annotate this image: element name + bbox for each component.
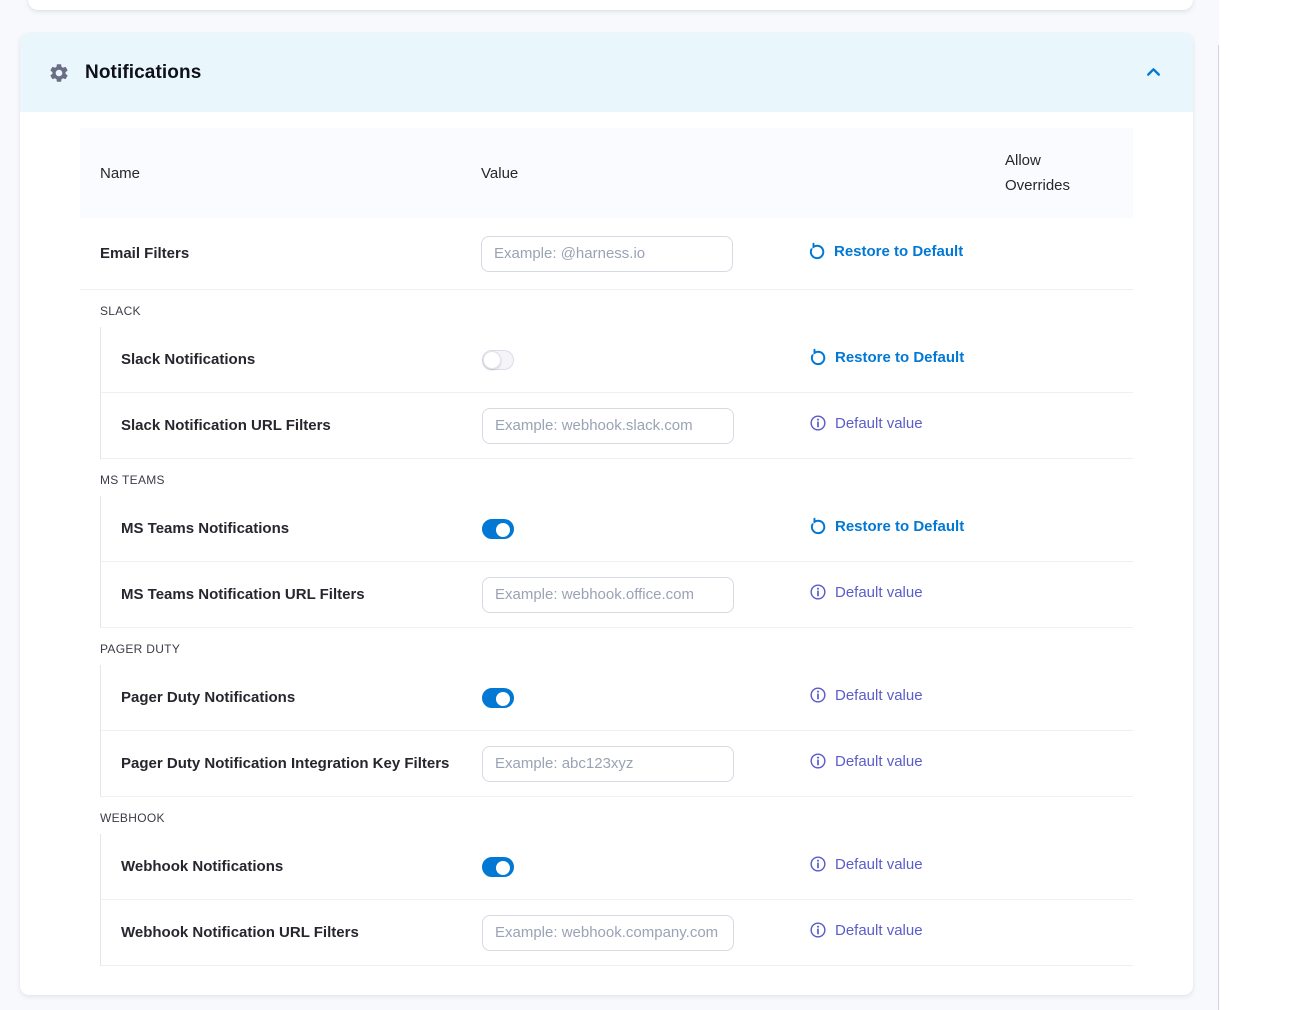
chevron-up-icon bbox=[1145, 64, 1162, 81]
pager-duty-key-filters-input[interactable] bbox=[482, 746, 734, 782]
setting-label: Webhook Notification URL Filters bbox=[101, 924, 482, 941]
table-row: Email Filters Restore to Default bbox=[80, 218, 1133, 290]
default-value-link[interactable]: Default value bbox=[809, 752, 923, 770]
email-filters-input[interactable] bbox=[481, 236, 733, 272]
table-row: MS Teams Notifications Restore to Defaul… bbox=[101, 496, 1133, 562]
table-row: Webhook Notifications Default value bbox=[101, 834, 1133, 900]
scrollbar[interactable] bbox=[1218, 45, 1219, 1010]
toggle-knob bbox=[496, 861, 510, 875]
section-label-pager-duty: PAGER DUTY bbox=[80, 628, 1133, 665]
toggle-knob bbox=[483, 351, 501, 369]
restore-icon bbox=[809, 517, 827, 535]
info-icon bbox=[809, 752, 827, 770]
gear-icon bbox=[48, 62, 70, 84]
webhook-settings-group: Webhook Notifications Default value Webh… bbox=[100, 834, 1133, 966]
table-row: MS Teams Notification URL Filters Defaul… bbox=[101, 562, 1133, 628]
setting-label: Pager Duty Notification Integration Key … bbox=[101, 755, 482, 772]
toggle-knob bbox=[496, 692, 510, 706]
section-label-webhook: WEBHOOK bbox=[80, 797, 1133, 834]
column-header-value: Value bbox=[481, 165, 808, 182]
webhook-notifications-toggle[interactable] bbox=[482, 857, 514, 877]
setting-label: MS Teams Notification URL Filters bbox=[101, 586, 482, 603]
table-header-row: Name Value Allow Overrides bbox=[80, 128, 1133, 218]
default-value-link[interactable]: Default value bbox=[809, 855, 923, 873]
info-icon bbox=[809, 686, 827, 704]
section-label-ms-teams: MS TEAMS bbox=[80, 459, 1133, 496]
toggle-knob bbox=[496, 523, 510, 537]
slack-settings-group: Slack Notifications Restore to Default S… bbox=[100, 327, 1133, 459]
table-row: Pager Duty Notifications Default value bbox=[101, 665, 1133, 731]
notifications-settings-card: Notifications Name Value Allow Overrides… bbox=[20, 33, 1193, 995]
setting-label: Email Filters bbox=[80, 245, 481, 262]
restore-icon bbox=[809, 348, 827, 366]
table-row: Slack Notifications Restore to Default bbox=[101, 327, 1133, 393]
info-icon bbox=[809, 583, 827, 601]
slack-notifications-toggle[interactable] bbox=[482, 350, 514, 370]
info-icon bbox=[809, 855, 827, 873]
collapse-section-button[interactable] bbox=[1141, 61, 1165, 85]
column-header-name: Name bbox=[80, 165, 481, 182]
pager-duty-settings-group: Pager Duty Notifications Default value P… bbox=[100, 665, 1133, 797]
column-header-allow-overrides: Allow Overrides bbox=[1005, 148, 1133, 198]
table-row: Pager Duty Notification Integration Key … bbox=[101, 731, 1133, 797]
pager-duty-notifications-toggle[interactable] bbox=[482, 688, 514, 708]
setting-label: Slack Notification URL Filters bbox=[101, 417, 482, 434]
default-value-link[interactable]: Default value bbox=[809, 414, 923, 432]
setting-label: MS Teams Notifications bbox=[101, 520, 482, 537]
info-icon bbox=[809, 921, 827, 939]
section-title: Notifications bbox=[85, 62, 201, 84]
info-icon bbox=[809, 414, 827, 432]
ms-teams-settings-group: MS Teams Notifications Restore to Defaul… bbox=[100, 496, 1133, 628]
right-gutter bbox=[1219, 0, 1300, 1010]
restore-to-default-link[interactable]: Restore to Default bbox=[808, 242, 963, 260]
restore-to-default-link[interactable]: Restore to Default bbox=[809, 348, 964, 366]
ms-teams-url-filters-input[interactable] bbox=[482, 577, 734, 613]
setting-label: Pager Duty Notifications bbox=[101, 689, 482, 706]
slack-url-filters-input[interactable] bbox=[482, 408, 734, 444]
previous-section-card bbox=[28, 0, 1193, 10]
table-row: Slack Notification URL Filters Default v… bbox=[101, 393, 1133, 459]
setting-label: Webhook Notifications bbox=[101, 858, 482, 875]
page-background: Notifications Name Value Allow Overrides… bbox=[0, 0, 1219, 1010]
ms-teams-notifications-toggle[interactable] bbox=[482, 519, 514, 539]
settings-table: Name Value Allow Overrides Email Filters… bbox=[80, 128, 1133, 966]
section-label-slack: SLACK bbox=[80, 290, 1133, 327]
webhook-url-filters-input[interactable] bbox=[482, 915, 734, 951]
setting-label: Slack Notifications bbox=[101, 351, 482, 368]
restore-icon bbox=[808, 242, 826, 260]
default-value-link[interactable]: Default value bbox=[809, 921, 923, 939]
default-value-link[interactable]: Default value bbox=[809, 583, 923, 601]
notifications-section-header[interactable]: Notifications bbox=[20, 33, 1193, 112]
restore-to-default-link[interactable]: Restore to Default bbox=[809, 517, 964, 535]
table-row: Webhook Notification URL Filters Default… bbox=[101, 900, 1133, 966]
default-value-link[interactable]: Default value bbox=[809, 686, 923, 704]
